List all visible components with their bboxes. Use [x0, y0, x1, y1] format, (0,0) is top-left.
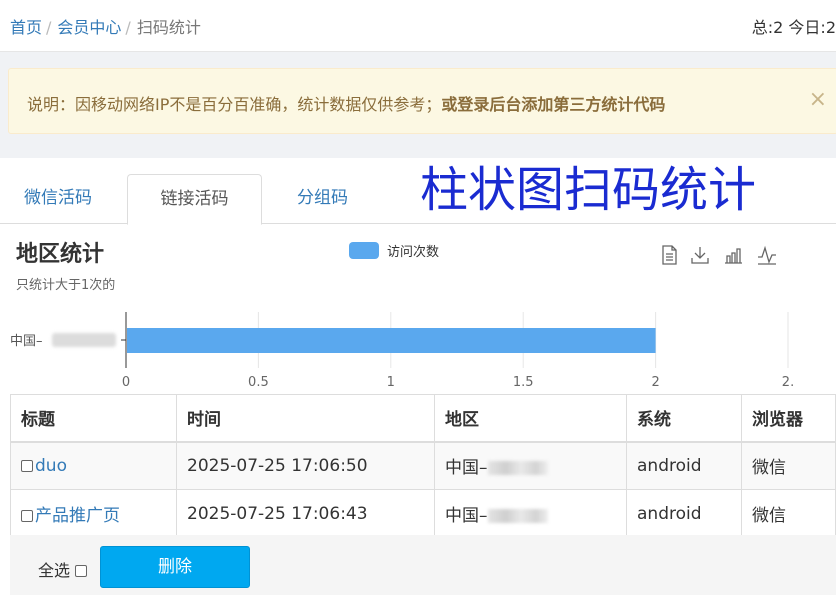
column-browser: 浏览器 [741, 394, 836, 443]
cell-os: android [626, 489, 742, 538]
chart-title: 地区统计 [16, 242, 105, 267]
notice-alert: 说明：因移动网络IP不是百分百准确，统计数据仅供参考；或登录后台添加第三方统计代… [8, 68, 836, 134]
x-tick-label: 2. [782, 375, 794, 390]
column-os: 系统 [626, 394, 742, 443]
row-title-link[interactable]: 产品推广页 [35, 506, 120, 526]
row-checkbox[interactable] [21, 510, 33, 522]
select-all[interactable]: 全选 [38, 557, 89, 581]
cell-time: 2025-07-25 17:06:50 [176, 441, 435, 490]
blurred-region-detail [487, 509, 548, 523]
select-all-label: 全选 [38, 561, 71, 580]
legend-label[interactable]: 访问次数 [387, 241, 439, 260]
cell-time: 2025-07-25 17:06:43 [176, 489, 435, 538]
x-tick-label: 1 [387, 375, 395, 390]
visit-stats: 总:2 今日:2 [751, 18, 836, 37]
bar-chart-icon[interactable] [722, 244, 744, 266]
x-tick-label: 0 [122, 375, 130, 390]
tab-link-qrcode[interactable]: 链接活码 [127, 174, 262, 225]
breadcrumb-separator: / [46, 18, 52, 37]
breadcrumb-separator: / [125, 18, 131, 37]
stats-panel: 微信活码 链接活码 分组码 柱状图扫码统计 地区统计 只统计大于1次的 访问次数… [0, 158, 836, 595]
data-view-icon[interactable] [658, 244, 680, 266]
row-title-link[interactable]: duo [35, 456, 67, 476]
breadcrumb-current: 扫码统计 [136, 18, 201, 37]
chart-bars [127, 328, 656, 353]
row-checkbox[interactable] [21, 459, 33, 472]
column-time: 时间 [176, 394, 435, 443]
blurred-region-detail [487, 461, 548, 476]
breadcrumb: 首页 / 会员中心 / 扫码统计 [10, 14, 201, 38]
delete-button[interactable]: 删除 [100, 546, 250, 588]
download-icon[interactable] [689, 244, 711, 266]
x-tick-label: 2 [651, 375, 659, 390]
table-header-row: 标题 时间 地区 系统 浏览器 [10, 394, 836, 443]
x-tick-label: 0.5 [248, 375, 269, 390]
notice-message: 说明：因移动网络IP不是百分百准确，统计数据仅供参考； [27, 95, 442, 114]
breadcrumb-member-center[interactable]: 会员中心 [57, 18, 121, 37]
table-row: 产品推广页 2025-07-25 17:06:43 中国– android 微信 [10, 489, 836, 538]
table-footer: 全选 删除 [10, 535, 836, 595]
scan-records-table: 标题 时间 地区 系统 浏览器 duo 2025-07-25 17:06:50 … [10, 394, 836, 538]
cell-os: android [626, 441, 742, 490]
cell-region: 中国– [434, 441, 627, 490]
notice-third-party-link: 或登录后台添加第三方统计代码 [441, 95, 666, 114]
table-row: duo 2025-07-25 17:06:50 中国– android 微信 [10, 441, 836, 490]
blurred-category-detail [52, 333, 116, 347]
select-all-checkbox[interactable] [75, 565, 88, 577]
region-text: 中国– [445, 506, 488, 526]
breadcrumb-home[interactable]: 首页 [10, 18, 42, 37]
column-region: 地区 [434, 394, 627, 443]
column-title: 标题 [10, 394, 177, 443]
x-tick-label: 1.5 [513, 375, 534, 390]
cell-browser: 微信 [741, 489, 836, 538]
tab-group-code[interactable]: 分组码 [273, 174, 372, 225]
region-bar-chart: 0 0.5 1 1.5 2 2. 中国– [10, 312, 794, 390]
cell-region: 中国– [434, 489, 627, 538]
chart-subtitle: 只统计大于1次的 [16, 278, 116, 293]
region-text: 中国– [445, 458, 488, 479]
line-chart-icon[interactable] [756, 244, 778, 266]
tab-wechat-qrcode[interactable]: 微信活码 [0, 174, 116, 225]
notice-text: 说明：因移动网络IP不是百分百准确，统计数据仅供参考；或登录后台添加第三方统计代… [27, 91, 665, 115]
cell-browser: 微信 [741, 441, 836, 490]
cell-title: duo [10, 441, 177, 490]
bar [127, 328, 656, 353]
overlay-caption: 柱状图扫码统计 [420, 162, 757, 218]
category-label: 中国– [10, 334, 43, 349]
legend-swatch[interactable] [349, 242, 379, 259]
top-bar: 首页 / 会员中心 / 扫码统计 总:2 今日:2 [0, 0, 836, 52]
cell-title: 产品推广页 [10, 489, 177, 538]
close-icon[interactable]: × [809, 87, 827, 112]
